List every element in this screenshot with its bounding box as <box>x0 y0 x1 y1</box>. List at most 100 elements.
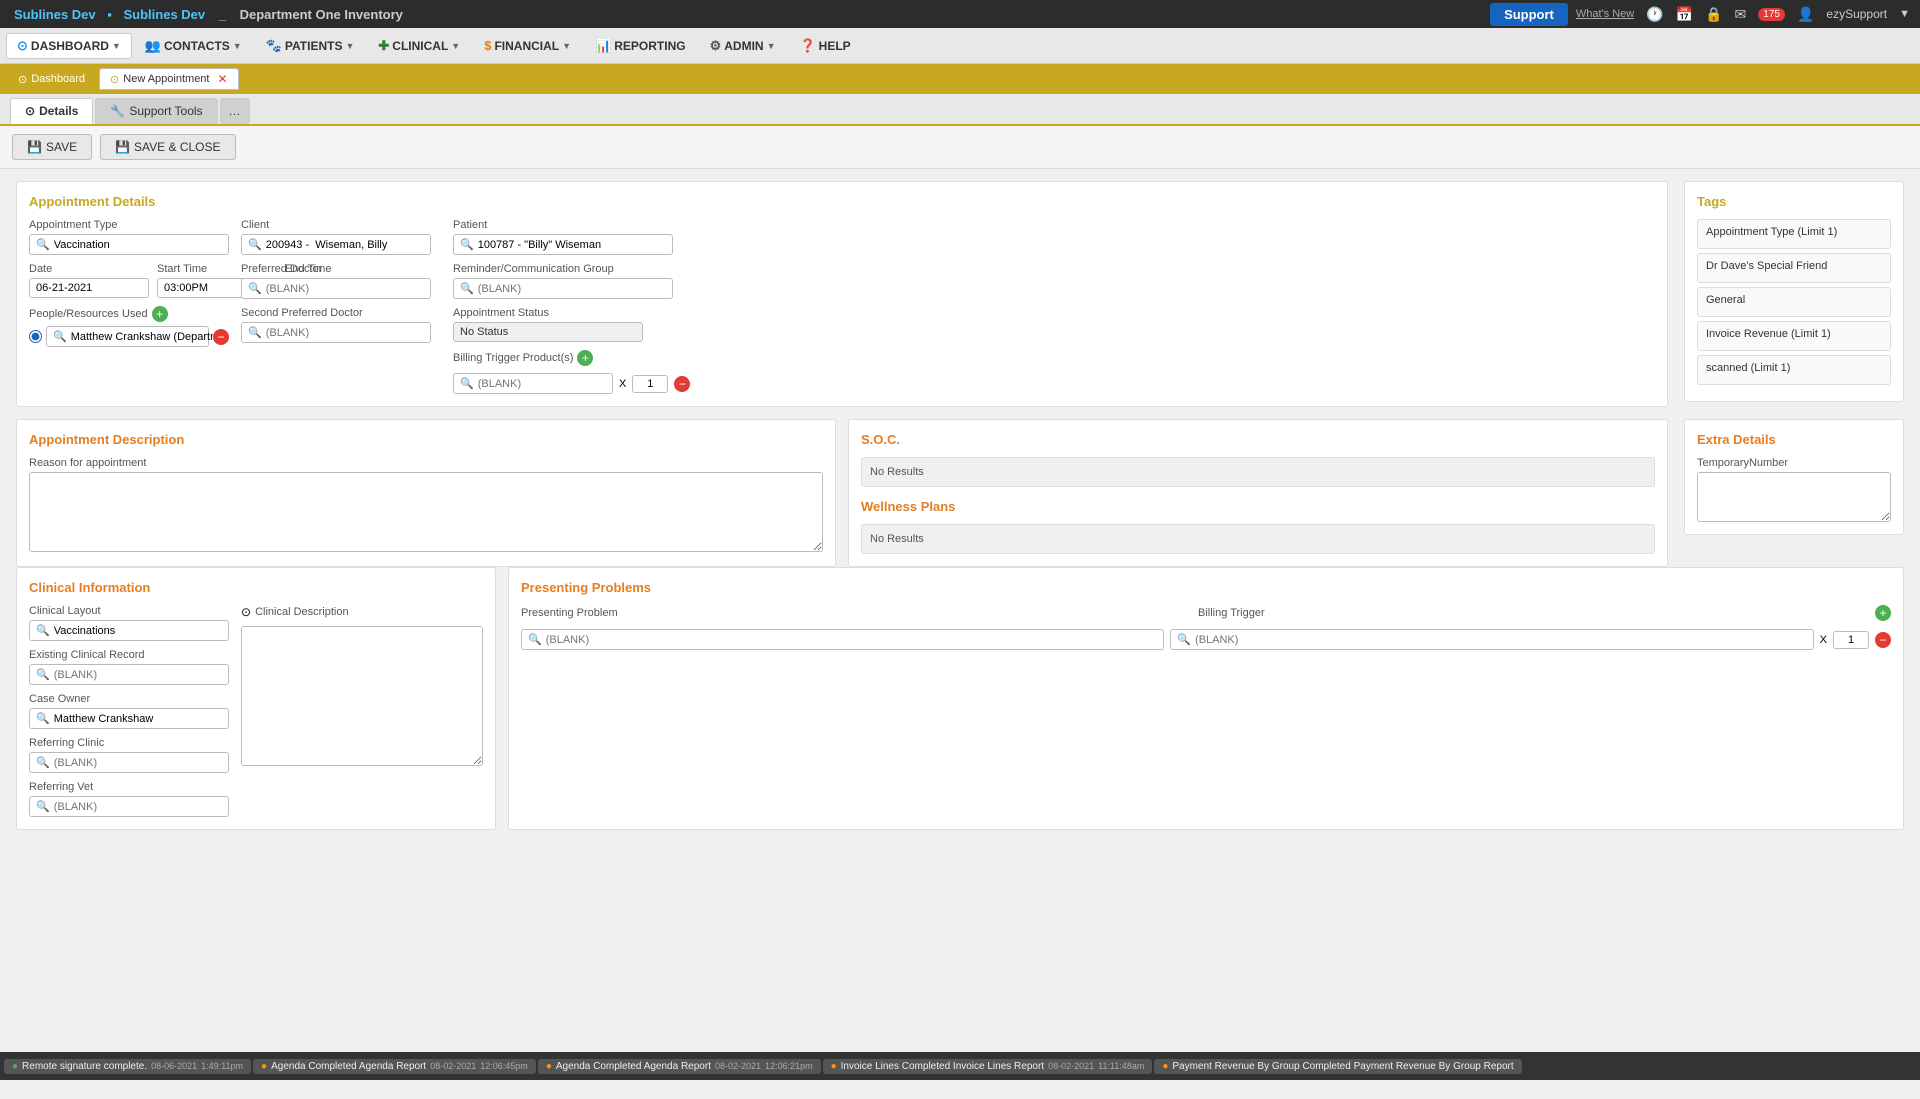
appointment-description-title: Appointment Description <box>29 432 823 447</box>
clock-icon[interactable]: 🕐 <box>1646 6 1663 23</box>
tag-general[interactable]: General <box>1697 287 1891 317</box>
presenting-qty-input[interactable] <box>1833 631 1869 649</box>
nav-dashboard[interactable]: ⊙ DASHBOARD ▼ <box>6 33 132 59</box>
referring-vet-input[interactable]: 🔍 <box>29 796 229 817</box>
nav-reporting[interactable]: 📊 REPORTING <box>584 33 697 59</box>
save-button[interactable]: 💾 SAVE <box>12 134 92 160</box>
referring-vet-field[interactable] <box>54 801 222 813</box>
patients-icon: 🐾 <box>266 38 282 54</box>
date-input[interactable] <box>29 278 149 298</box>
tab-dashboard[interactable]: ⊙ Dashboard <box>8 70 95 89</box>
client-input[interactable]: 🔍 <box>241 234 431 255</box>
calendar-icon[interactable]: 📅 <box>1676 6 1693 23</box>
notif-item-1[interactable]: ● Remote signature complete. 08-06-2021 … <box>4 1059 251 1074</box>
temp-number-textarea[interactable] <box>1697 472 1891 522</box>
reason-textarea[interactable] <box>29 472 823 552</box>
nav-dashboard-label: DASHBOARD <box>31 39 109 53</box>
presenting-billing-trigger-field[interactable] <box>1195 634 1807 646</box>
billing-trigger-input[interactable]: 🔍 <box>453 373 613 394</box>
user-icon[interactable]: 👤 <box>1797 6 1814 23</box>
whats-new-link[interactable]: What's New <box>1576 8 1634 20</box>
patients-arrow: ▼ <box>345 41 354 51</box>
clinical-layout-input[interactable]: 🔍 <box>29 620 229 641</box>
tag-dr-dave[interactable]: Dr Dave's Special Friend <box>1697 253 1891 283</box>
notif-item-2[interactable]: ● Agenda Completed Agenda Report 08-02-2… <box>253 1059 536 1074</box>
preferred-doctor-field[interactable] <box>266 283 424 295</box>
case-owner-input[interactable]: 🔍 <box>29 708 229 729</box>
reminder-input[interactable]: 🔍 <box>453 278 673 299</box>
details-tab-icon: ⊙ <box>25 104 35 118</box>
referring-clinic-field[interactable] <box>54 757 222 769</box>
presenting-problem-field[interactable] <box>546 634 1158 646</box>
second-preferred-input[interactable]: 🔍 <box>241 322 431 343</box>
notif-item-5[interactable]: ● Payment Revenue By Group Completed Pay… <box>1154 1059 1521 1074</box>
billing-trigger-field[interactable] <box>478 378 620 390</box>
existing-record-field[interactable] <box>54 669 222 681</box>
tab-more[interactable]: … <box>220 98 250 124</box>
tag-invoice-revenue-label: Invoice Revenue (Limit 1) <box>1706 328 1831 340</box>
client-field[interactable] <box>266 239 424 251</box>
people-input[interactable]: 🔍 <box>46 326 209 347</box>
soc-title: S.O.C. <box>861 432 1655 447</box>
presenting-problem-input[interactable]: 🔍 <box>521 629 1164 650</box>
tab-new-appointment[interactable]: ⊙ New Appointment ✕ <box>99 68 239 90</box>
referring-clinic-input[interactable]: 🔍 <box>29 752 229 773</box>
patient-field[interactable] <box>478 239 666 251</box>
appointment-type-input[interactable]: 🔍 <box>29 234 229 255</box>
notif-date-2: 08-02-2021 <box>430 1061 476 1071</box>
clinical-layout-field[interactable] <box>54 625 222 637</box>
ezy-support-label[interactable]: ezySupport <box>1826 7 1887 21</box>
tag-scanned[interactable]: scanned (Limit 1) <box>1697 355 1891 385</box>
nav-clinical[interactable]: ✚ CLINICAL ▼ <box>367 33 471 59</box>
appointment-type-field[interactable] <box>54 239 222 251</box>
remove-presenting-problem-button[interactable]: − <box>1875 632 1891 648</box>
reminder-field[interactable] <box>478 283 666 295</box>
mail-icon[interactable]: ✉ <box>1735 6 1747 23</box>
people-search-icon: 🔍 <box>53 330 67 343</box>
tab-close-icon[interactable]: ✕ <box>217 72 227 86</box>
existing-record-input[interactable]: 🔍 <box>29 664 229 685</box>
tag-appointment-type[interactable]: Appointment Type (Limit 1) <box>1697 219 1891 249</box>
desc-soc-flex: Appointment Description Reason for appoi… <box>16 419 1668 567</box>
nav-help[interactable]: ❓ HELP <box>788 33 861 59</box>
remove-people-button[interactable]: − <box>213 329 229 345</box>
dashboard-tab-icon: ⊙ <box>18 73 27 86</box>
second-preferred-field[interactable] <box>266 327 424 339</box>
appt-status-group: Appointment Status No Status <box>453 307 1655 342</box>
remove-billing-button[interactable]: − <box>674 376 690 392</box>
billing-qty-input[interactable] <box>632 375 668 393</box>
notif-item-4[interactable]: ● Invoice Lines Completed Invoice Lines … <box>823 1059 1153 1074</box>
preferred-doctor-input[interactable]: 🔍 <box>241 278 431 299</box>
pref-doctor-search-icon: 🔍 <box>248 282 262 295</box>
notif-item-3[interactable]: ● Agenda Completed Agenda Report 08-02-2… <box>538 1059 821 1074</box>
appt-status-input[interactable]: No Status <box>453 322 643 342</box>
tab-support-tools[interactable]: 🔧 Support Tools <box>95 98 217 124</box>
support-button[interactable]: Support <box>1490 3 1568 26</box>
tags-title: Tags <box>1697 194 1891 209</box>
notification-bar: ● Remote signature complete. 08-06-2021 … <box>0 1052 1920 1080</box>
nav-contacts[interactable]: 👥 CONTACTS ▼ <box>134 33 253 59</box>
save-close-button[interactable]: 💾 SAVE & CLOSE <box>100 134 235 160</box>
nav-financial[interactable]: $ FINANCIAL ▼ <box>473 33 582 58</box>
tab-details[interactable]: ⊙ Details <box>10 98 93 124</box>
lock-icon[interactable]: 🔒 <box>1705 6 1722 23</box>
appt-mid-col: Client 🔍 Preferred Doctor 🔍 <box>241 219 441 394</box>
status-value: No Status <box>460 326 508 338</box>
people-row: 🔍 − <box>29 326 229 347</box>
add-billing-trigger-button[interactable]: + <box>577 350 593 366</box>
description-soc-area: Appointment Description Reason for appoi… <box>16 419 1668 567</box>
clinical-description-textarea[interactable] <box>241 626 483 766</box>
clinical-info-grid: Clinical Layout 🔍 Existing Clinical Reco… <box>29 605 483 817</box>
nav-admin[interactable]: ⚙ ADMIN ▼ <box>699 33 787 59</box>
nav-patients[interactable]: 🐾 PATIENTS ▼ <box>255 33 366 59</box>
clinical-description-group: ⊙ Clinical Description <box>241 605 483 766</box>
people-field[interactable] <box>71 331 213 343</box>
add-people-button[interactable]: + <box>152 306 168 322</box>
referring-clinic-group: Referring Clinic 🔍 <box>29 737 229 773</box>
presenting-billing-trigger-input[interactable]: 🔍 <box>1170 629 1813 650</box>
people-radio[interactable] <box>29 330 42 343</box>
tag-invoice-revenue[interactable]: Invoice Revenue (Limit 1) <box>1697 321 1891 351</box>
add-presenting-problem-button[interactable]: + <box>1875 605 1891 621</box>
case-owner-field[interactable] <box>54 713 222 725</box>
patient-input[interactable]: 🔍 <box>453 234 673 255</box>
